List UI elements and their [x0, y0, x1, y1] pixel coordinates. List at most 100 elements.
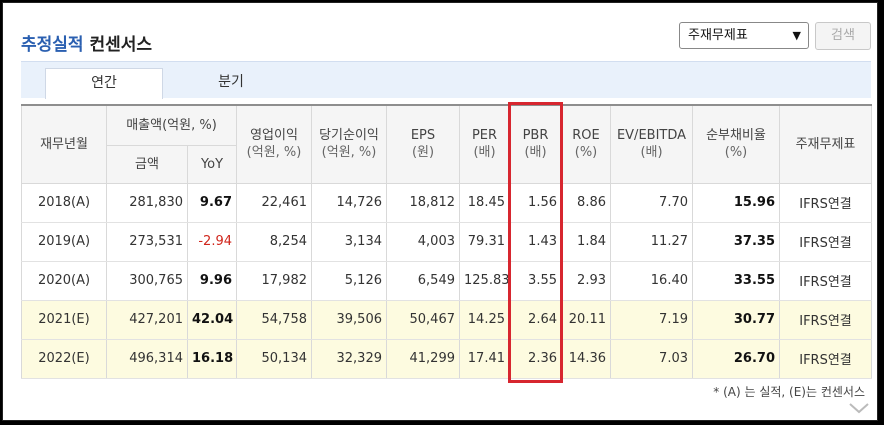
cell-op-income: 22,461 — [236, 183, 312, 223]
header-roe-unit: (%) — [574, 145, 598, 161]
header-pbr: PBR (배) — [509, 105, 562, 184]
cell-statement-type: IFRS연결 — [779, 222, 872, 262]
cell-roe: 2.93 — [561, 261, 611, 301]
cell-yoy: 9.96 — [187, 261, 237, 301]
table-row: 2020(A) 300,765 9.96 17,982 5,126 6,549 125.83… — [21, 261, 872, 301]
row-date: 2021(E) — [21, 300, 107, 340]
cell-net-income: 3,134 — [311, 222, 387, 262]
footnote: * (A) 는 실적, (E)는 컨센서스 — [713, 385, 865, 399]
cell-sales: 427,201 — [106, 300, 188, 340]
cell-net-debt: 15.96 — [692, 183, 780, 223]
cell-statement-type: IFRS연결 — [779, 261, 872, 301]
cell-ev-ebitda: 7.19 — [610, 300, 693, 340]
header-op-income-unit: (억원, %) — [246, 145, 302, 161]
header-net-income: 당기순이익 (억원, %) — [311, 105, 387, 184]
consensus-table: 재무년월 매출액(억원, %) 영업이익 (억원, %) 당기순이익 (억원, %)… — [21, 104, 872, 379]
cell-statement-type: IFRS연결 — [779, 339, 872, 379]
cell-roe: 1.84 — [561, 222, 611, 262]
header-op-income-label: 영업이익 — [250, 128, 298, 144]
tab-quarterly[interactable]: 분기 — [171, 68, 291, 99]
cell-roe: 8.86 — [561, 183, 611, 223]
cell-ev-ebitda: 7.03 — [610, 339, 693, 379]
header-eps: EPS (원) — [386, 105, 460, 184]
table-row: 2022(E) 496,314 16.18 50,134 32,329 41,299 17.… — [21, 339, 872, 379]
cell-net-income: 5,126 — [311, 261, 387, 301]
table-row: 2021(E) 427,201 42.04 54,758 39,506 50,467 14.… — [21, 300, 872, 340]
header-op-income: 영업이익 (억원, %) — [236, 105, 312, 184]
cell-yoy: -2.94 — [187, 222, 237, 262]
cell-net-debt: 33.55 — [692, 261, 780, 301]
header-sales-group: 매출액(억원, %) — [106, 105, 237, 146]
financial-statement-select[interactable]: 주재무제표 ▼ — [679, 22, 809, 49]
header-roe-label: ROE — [572, 128, 600, 144]
header-per-unit: (배) — [473, 145, 496, 161]
cell-ev-ebitda: 7.70 — [610, 183, 693, 223]
cell-sales: 496,314 — [106, 339, 188, 379]
cell-sales: 300,765 — [106, 261, 188, 301]
cell-per: 14.25 — [459, 300, 510, 340]
cell-ev-ebitda: 16.40 — [610, 261, 693, 301]
cell-yoy: 9.67 — [187, 183, 237, 223]
cell-roe: 20.11 — [561, 300, 611, 340]
header-net-income-label: 당기순이익 — [319, 128, 379, 144]
header-eps-label: EPS — [410, 128, 436, 144]
cell-pbr: 3.55 — [509, 261, 562, 301]
header-ev-unit: (배) — [640, 145, 663, 161]
header-net-income-unit: (억원, %) — [321, 145, 377, 161]
cell-per: 18.45 — [459, 183, 510, 223]
header-eps-unit: (원) — [411, 145, 435, 161]
cell-net-income: 14,726 — [311, 183, 387, 223]
select-value: 주재무제표 — [688, 28, 748, 43]
header-per-label: PER — [471, 128, 498, 144]
header-date: 재무년월 — [21, 105, 107, 184]
section-title-rest: 컨센서스 — [89, 35, 153, 55]
cell-pbr: 2.36 — [509, 339, 562, 379]
header-sales-amount: 금액 — [106, 145, 188, 184]
period-tabs: 연간 분기 — [21, 61, 871, 99]
header-sales-yoy: YoY — [187, 145, 237, 184]
header-pbr-label: PBR — [522, 128, 549, 144]
cell-net-debt: 26.70 — [692, 339, 780, 379]
cell-roe: 14.36 — [561, 339, 611, 379]
cell-statement-type: IFRS연결 — [779, 183, 872, 223]
cell-sales: 281,830 — [106, 183, 188, 223]
cell-per: 125.83 — [459, 261, 510, 301]
chevron-down-icon[interactable] — [847, 400, 871, 416]
header-per: PER (배) — [459, 105, 510, 184]
header-ev-ebitda: EV/EBITDA (배) — [610, 105, 693, 184]
cell-statement-type: IFRS연결 — [779, 300, 872, 340]
cell-eps: 4,003 — [386, 222, 460, 262]
header-pbr-unit: (배) — [524, 145, 547, 161]
cell-op-income: 17,982 — [236, 261, 312, 301]
cell-net-debt: 30.77 — [692, 300, 780, 340]
cell-op-income: 50,134 — [236, 339, 312, 379]
cell-sales: 273,531 — [106, 222, 188, 262]
cell-pbr: 1.56 — [509, 183, 562, 223]
cell-op-income: 54,758 — [236, 300, 312, 340]
section-title: 추정실적 컨센서스 — [21, 30, 152, 55]
header-net-debt: 순부채비율 (%) — [692, 105, 780, 184]
cell-eps: 18,812 — [386, 183, 460, 223]
search-button[interactable]: 검색 — [815, 22, 871, 50]
cell-net-income: 39,506 — [311, 300, 387, 340]
row-date: 2019(A) — [21, 222, 107, 262]
header-debt-unit: (%) — [724, 145, 748, 161]
cell-eps: 41,299 — [386, 339, 460, 379]
cell-op-income: 8,254 — [236, 222, 312, 262]
cell-ev-ebitda: 11.27 — [610, 222, 693, 262]
table-row: 2018(A) 281,830 9.67 22,461 14,726 18,812 18.4… — [21, 183, 872, 223]
consensus-panel: 추정실적 컨센서스 주재무제표 ▼ 검색 연간 분기 재무년월 매출액(억원, … — [2, 2, 878, 421]
cell-pbr: 2.64 — [509, 300, 562, 340]
row-date: 2022(E) — [21, 339, 107, 379]
header-ev-label: EV/EBITDA — [616, 128, 687, 144]
cell-per: 17.41 — [459, 339, 510, 379]
header-roe: ROE (%) — [561, 105, 611, 184]
table-row: 2019(A) 273,531 -2.94 8,254 3,134 4,003 79.31 1… — [21, 222, 872, 262]
cell-eps: 6,549 — [386, 261, 460, 301]
cell-net-income: 32,329 — [311, 339, 387, 379]
tab-annual[interactable]: 연간 — [45, 68, 163, 99]
row-date: 2018(A) — [21, 183, 107, 223]
cell-eps: 50,467 — [386, 300, 460, 340]
cell-pbr: 1.43 — [509, 222, 562, 262]
header-statement-type: 주재무제표 — [779, 105, 872, 184]
